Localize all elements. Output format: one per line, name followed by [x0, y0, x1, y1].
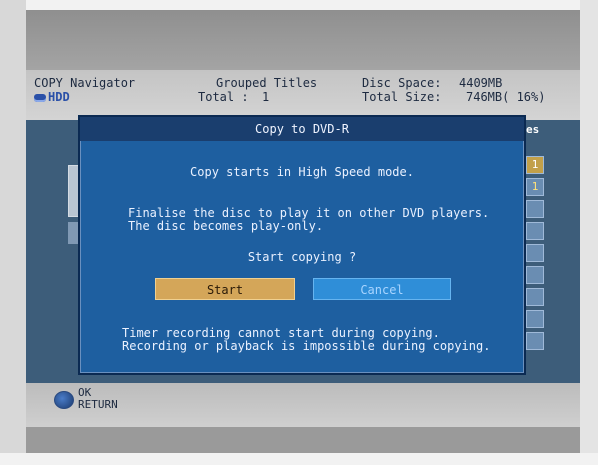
hdd-icon — [34, 93, 46, 102]
disc-space-label: Disc Space: — [362, 76, 442, 90]
copy-navigator-header: COPY Navigator HDD Grouped Titles Total … — [26, 70, 580, 120]
top-band — [26, 10, 580, 70]
total-size-value: 746MB( 16%) — [466, 90, 546, 104]
bottom-band — [26, 427, 580, 453]
navigator-title: COPY Navigator — [34, 76, 136, 90]
copy-dialog: Copy to DVD-R Copy starts in High Speed … — [78, 115, 526, 375]
remote-control-icon — [54, 391, 74, 409]
ok-hint: OK — [78, 386, 92, 399]
monitor-bezel-right — [580, 0, 598, 465]
total-size-label: Total Size: — [362, 90, 442, 104]
monitor-bezel-top — [0, 0, 598, 10]
disc-space-value: 4409MB — [459, 76, 503, 90]
total-label: Total : — [198, 90, 249, 104]
start-button[interactable]: Start — [155, 278, 295, 300]
list-cell[interactable] — [526, 310, 544, 328]
list-column-header: es — [526, 123, 540, 136]
list-cell[interactable] — [526, 332, 544, 350]
cancel-button[interactable]: Cancel — [313, 278, 451, 300]
monitor-bezel-left — [0, 0, 26, 465]
play-only-message: The disc becomes play-only. — [128, 219, 324, 233]
list-cell[interactable]: 1 — [526, 178, 544, 196]
recording-note: Recording or playback is impossible duri… — [122, 339, 491, 353]
tv-screen: COPY Navigator HDD Grouped Titles Total … — [26, 10, 580, 453]
source-label: HDD — [48, 90, 70, 104]
list-cell[interactable] — [526, 222, 544, 240]
list-cell[interactable] — [526, 288, 544, 306]
total-value: 1 — [262, 90, 270, 104]
list-cell[interactable] — [526, 200, 544, 218]
footer-bar: OK RETURN — [26, 383, 580, 427]
list-cell[interactable]: 1 — [526, 156, 544, 174]
list-cell[interactable] — [526, 244, 544, 262]
group-label: Grouped Titles — [216, 76, 318, 90]
source-indicator: HDD — [34, 90, 70, 104]
start-copying-prompt: Start copying ? — [247, 250, 357, 264]
monitor-bezel-bottom — [0, 453, 598, 465]
dialog-title: Copy to DVD-R — [80, 117, 524, 141]
return-hint: RETURN — [78, 398, 118, 411]
speed-message: Copy starts in High Speed mode. — [190, 165, 414, 179]
list-cell[interactable] — [526, 266, 544, 284]
